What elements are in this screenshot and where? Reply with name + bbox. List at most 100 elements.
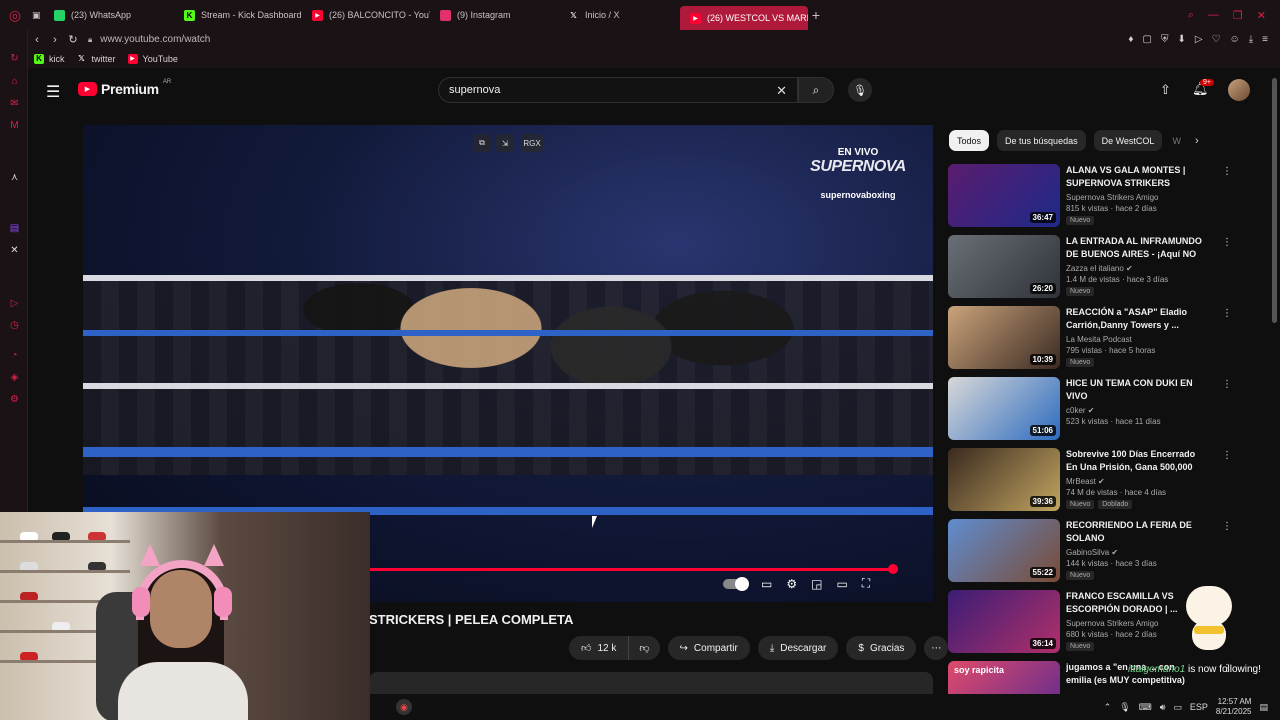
battery-icon[interactable]: ▭ — [1173, 702, 1182, 713]
autoplay-toggle[interactable] — [723, 576, 749, 591]
video-thumbnail[interactable]: 36:47 — [948, 164, 1060, 227]
progress-bar[interactable] — [370, 564, 898, 574]
bookmark-icon[interactable]: ♦ — [1128, 34, 1133, 45]
recommendation-item[interactable]: 51:06 HICE UN TEMA CON DUKI EN VIVO c0ker … — [948, 377, 1232, 448]
url-field[interactable]: 🔒︎ www.youtube.com/watch — [88, 34, 210, 45]
video-thumbnail[interactable]: 10:39 — [948, 306, 1060, 369]
youtube-logo[interactable]: ▶ Premium AR — [78, 79, 171, 97]
heart-icon[interactable]: ♡ — [1212, 34, 1221, 45]
theater-mode-icon[interactable]: ▭ — [836, 577, 847, 591]
menu-icon[interactable]: ≡ — [1262, 34, 1268, 45]
miniplayer-icon[interactable]: ◲ — [811, 577, 822, 591]
video-thumbnail[interactable]: 26:20 — [948, 235, 1060, 298]
filter-chip[interactable]: De tus búsquedas — [997, 130, 1086, 151]
gx-corner-icon[interactable]: ⌂ — [8, 75, 21, 88]
close-window-icon[interactable]: ✕ — [1257, 9, 1266, 22]
recommendation-title[interactable]: LA ENTRADA AL INFRAMUNDO DE BUENOS AIRES… — [1066, 235, 1202, 261]
voice-search-button[interactable]: 🎙︎ — [848, 78, 872, 102]
download-button[interactable]: ⤓ Descargar — [757, 636, 839, 660]
x-sidebar-icon[interactable]: ✕ — [8, 244, 21, 257]
back-icon[interactable]: ‹ — [28, 34, 46, 46]
subtitles-icon[interactable]: ▭ — [761, 577, 772, 591]
taskbar-clock[interactable]: 12:57 AM 8/21/2025 — [1216, 697, 1252, 717]
channel-name[interactable]: La Mesita Podcast — [1066, 335, 1202, 344]
share-button[interactable]: ↪ Compartir — [667, 636, 750, 660]
player-icon[interactable]: ▷ — [1195, 34, 1203, 45]
channel-name[interactable]: MrBeast ✔ — [1066, 477, 1202, 486]
recommendation-title[interactable]: HICE UN TEMA CON DUKI EN VIVO — [1066, 377, 1202, 403]
bookmark-item[interactable]: ▶ YouTube — [127, 53, 178, 64]
channel-name[interactable]: c0ker ✔ — [1066, 406, 1202, 415]
recommendation-item[interactable]: 10:39 REACCIÓN a "ASAP" Eladio Carrión,Da… — [948, 306, 1232, 377]
browser-tab[interactable]: 𝕏 Inicio / X — [558, 4, 680, 26]
account-avatar[interactable] — [1228, 79, 1250, 101]
more-actions-button[interactable]: ⋯ — [924, 636, 949, 660]
tray-chevron-icon[interactable]: ⌃ — [1104, 702, 1112, 713]
snapshot-icon[interactable]: ▢ — [1143, 34, 1152, 45]
volume-icon[interactable]: 🔊︎ — [1160, 702, 1166, 713]
thanks-button[interactable]: $ Gracias — [846, 636, 917, 660]
filter-chip[interactable]: De WestCOL — [1093, 130, 1163, 151]
language-indicator[interactable]: ESP — [1190, 702, 1208, 712]
recommendation-title[interactable]: REACCIÓN a "ASAP" Eladio Carrión,Danny T… — [1066, 306, 1202, 332]
speed-dial-icon[interactable]: ↻ — [8, 52, 21, 65]
kebab-menu-icon[interactable]: ⋮ — [1222, 237, 1232, 248]
settings-icon[interactable]: ⚙ — [786, 577, 797, 591]
channel-name[interactable]: GabinoSilva ✔ — [1066, 548, 1202, 557]
guide-menu-icon[interactable]: ☰ — [46, 82, 60, 102]
channel-name[interactable]: Supernova Strikers Amigo — [1066, 193, 1202, 202]
clear-search-icon[interactable]: ✕ — [776, 83, 787, 99]
progress-scrubber[interactable] — [887, 564, 898, 574]
history-icon[interactable]: ◷ — [8, 319, 21, 332]
video-thumbnail[interactable]: 39:36 — [948, 448, 1060, 511]
bookmark-item[interactable]: 𝕏twitter — [77, 54, 115, 64]
kebab-menu-icon[interactable]: ⋮ — [1222, 379, 1232, 390]
profile-icon[interactable]: ☺ — [1230, 34, 1240, 45]
browser-tab[interactable]: ▶ (26) WESTCOL VS MARIO — [680, 6, 808, 30]
obs-taskbar-icon[interactable]: ◉ — [396, 699, 412, 715]
filter-chip[interactable]: W — [1170, 130, 1183, 151]
search-tabs-icon[interactable]: ⌕ — [1188, 9, 1194, 22]
new-tab-button[interactable]: + — [808, 7, 824, 23]
vpn-icon[interactable]: ⛨ — [1161, 34, 1169, 45]
search-input[interactable] — [449, 84, 769, 96]
kebab-menu-icon[interactable]: ⋮ — [1222, 521, 1232, 532]
opera-gx-icon[interactable]: ◎ — [0, 0, 30, 30]
recommendation-title[interactable]: ALANA VS GALA MONTES | SUPERNOVA STRIKER… — [1066, 164, 1202, 190]
recommendation-title[interactable]: Sobrevive 100 Días Encerrado En Una Pris… — [1066, 448, 1202, 474]
kebab-menu-icon[interactable]: ⋮ — [1222, 166, 1232, 177]
browser-tab[interactable]: (23) WhatsApp — [44, 4, 174, 26]
recommendation-item[interactable]: 36:47 ALANA VS GALA MONTES | SUPERNOVA ST… — [948, 164, 1232, 235]
copy-icon[interactable]: ⧉ — [473, 134, 491, 152]
dislike-button[interactable]: 👎︎ — [629, 636, 660, 660]
fullscreen-icon[interactable]: ⛶ — [862, 576, 870, 591]
tab-grid-icon[interactable]: ▣ — [32, 10, 41, 21]
gx-mail-icon[interactable]: M — [8, 119, 21, 132]
twitch-icon[interactable]: ▤ — [8, 222, 21, 235]
browser-tab[interactable]: ▶ (26) BALCONCITO - YouT — [302, 4, 430, 26]
chevron-right-icon[interactable]: › — [1195, 135, 1199, 147]
messenger-icon[interactable]: ✉ — [8, 97, 21, 110]
player-sidebar-icon[interactable]: ▷ — [8, 297, 21, 310]
filter-chip[interactable]: Todos — [949, 130, 990, 151]
video-thumbnail[interactable]: 36:14 — [948, 590, 1060, 653]
video-thumbnail[interactable]: 55:22 — [948, 519, 1060, 582]
channel-name[interactable]: Zazza el italiano ✔ — [1066, 264, 1202, 273]
microphone-tray-icon[interactable]: 🎙︎ — [1119, 702, 1130, 713]
network-icon[interactable]: ⌨ — [1139, 702, 1152, 713]
extensions-icon[interactable]: ◈ — [8, 371, 21, 384]
recommendation-item[interactable]: 55:22 RECORRIENDO LA FERIA DE SOLANO Gabin… — [948, 519, 1232, 590]
kick-sidebar-icon[interactable]: ⋏ — [8, 171, 21, 184]
browser-tab[interactable]: K Stream - Kick Dashboard — [174, 4, 302, 26]
maximize-icon[interactable]: ❐ — [1233, 9, 1243, 22]
rgx-button[interactable]: RGX — [521, 134, 543, 152]
browser-tab[interactable]: (9) Instagram — [430, 4, 558, 26]
recommendation-item[interactable]: 26:20 LA ENTRADA AL INFRAMUNDO DE BUENOS … — [948, 235, 1232, 306]
downloads-icon[interactable]: ⤓ — [1249, 34, 1253, 45]
like-button[interactable]: 👍︎ 12 k — [569, 636, 630, 660]
recommendation-title[interactable]: RECORRIENDO LA FERIA DE SOLANO — [1066, 519, 1202, 545]
bookmark-item[interactable]: Kkick — [34, 53, 65, 64]
forward-icon[interactable]: › — [46, 34, 64, 46]
clock-icon[interactable]: ◔ — [8, 349, 21, 362]
search-box[interactable]: ✕ — [438, 77, 798, 103]
